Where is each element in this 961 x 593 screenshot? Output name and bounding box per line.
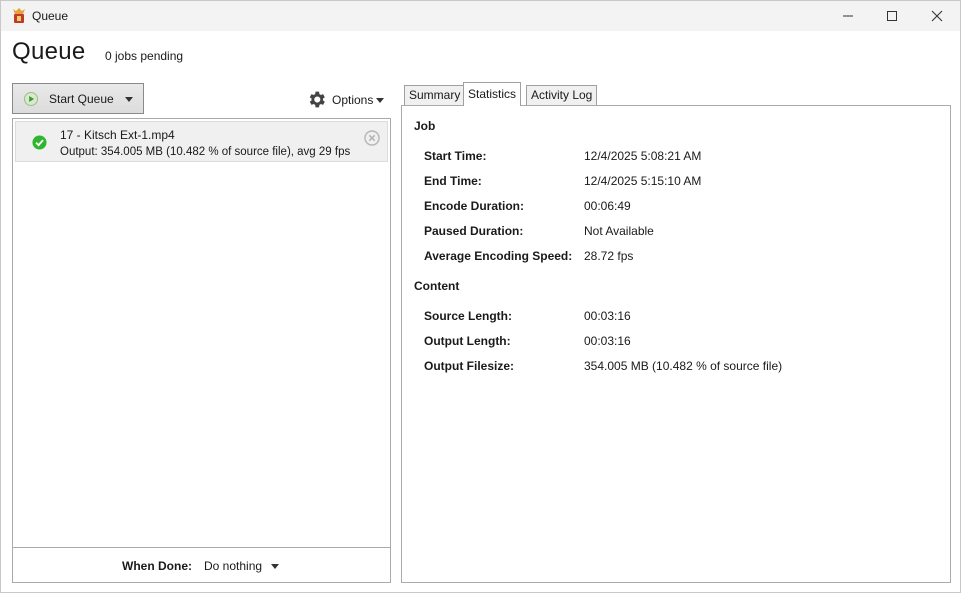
queue-item-output: Output: 354.005 MB (10.482 % of source f…: [60, 146, 351, 158]
options-label: Options: [332, 93, 374, 107]
when-done-label: When Done:: [122, 559, 192, 573]
close-button[interactable]: [914, 1, 960, 31]
maximize-button[interactable]: [869, 1, 915, 31]
stat-value-encode-duration: 00:06:49: [584, 199, 631, 213]
when-done-bar: When Done: Do nothing: [13, 547, 390, 582]
minimize-button[interactable]: [825, 1, 871, 31]
stat-label-source-length: Source Length:: [424, 309, 513, 323]
queue-item[interactable]: 17 - Kitsch Ext-1.mp4 Output: 354.005 MB…: [15, 121, 388, 162]
pending-jobs-count: 0 jobs pending: [105, 49, 184, 63]
remove-job-icon[interactable]: [364, 130, 380, 149]
stat-label-average-speed: Average Encoding Speed:: [424, 249, 573, 263]
tab-statistics[interactable]: Statistics: [463, 82, 522, 106]
stat-label-encode-duration: Encode Duration:: [424, 199, 525, 213]
start-queue-button[interactable]: Start Queue: [12, 83, 144, 114]
stat-value-source-length: 00:03:16: [584, 309, 631, 323]
page-title: Queue: [12, 38, 86, 65]
chevron-down-icon: [376, 98, 384, 103]
queue-item-filename: 17 - Kitsch Ext-1.mp4: [60, 128, 175, 142]
gear-icon: [306, 89, 327, 113]
stat-label-output-length: Output Length:: [424, 334, 511, 348]
job-section-title: Job: [414, 119, 436, 133]
tab-summary[interactable]: Summary: [404, 85, 466, 105]
window-title: Queue: [32, 9, 69, 23]
stat-value-output-filesize: 354.005 MB (10.482 % of source file): [584, 359, 783, 373]
statistics-panel: Job Start Time: 12/4/2025 5:08:21 AM End…: [401, 105, 951, 583]
title-bar: Queue: [1, 1, 960, 31]
stat-label-paused-duration: Paused Duration:: [424, 224, 524, 238]
stat-value-output-length: 00:03:16: [584, 334, 631, 348]
stat-label-end-time: End Time:: [424, 174, 482, 188]
queue-list: 17 - Kitsch Ext-1.mp4 Output: 354.005 MB…: [12, 118, 391, 583]
handbrake-app-icon: [10, 7, 28, 25]
stat-value-average-speed: 28.72 fps: [584, 249, 634, 263]
stat-value-paused-duration: Not Available: [584, 224, 654, 238]
stat-label-start-time: Start Time:: [424, 149, 487, 163]
chevron-down-icon[interactable]: [271, 564, 279, 569]
content-section-title: Content: [414, 279, 460, 293]
completed-check-icon: [32, 135, 47, 153]
tab-activity-log[interactable]: Activity Log: [526, 85, 598, 105]
play-icon: [24, 92, 38, 109]
chevron-down-icon[interactable]: [125, 97, 133, 102]
stat-value-end-time: 12/4/2025 5:15:10 AM: [584, 174, 702, 188]
stat-value-start-time: 12/4/2025 5:08:21 AM: [584, 149, 702, 163]
queue-window: Queue Queue 0 jobs pending Start Queue O…: [0, 0, 961, 593]
stat-label-output-filesize: Output Filesize:: [424, 359, 514, 373]
when-done-select[interactable]: Do nothing: [204, 559, 262, 573]
start-queue-label: Start Queue: [49, 92, 114, 106]
